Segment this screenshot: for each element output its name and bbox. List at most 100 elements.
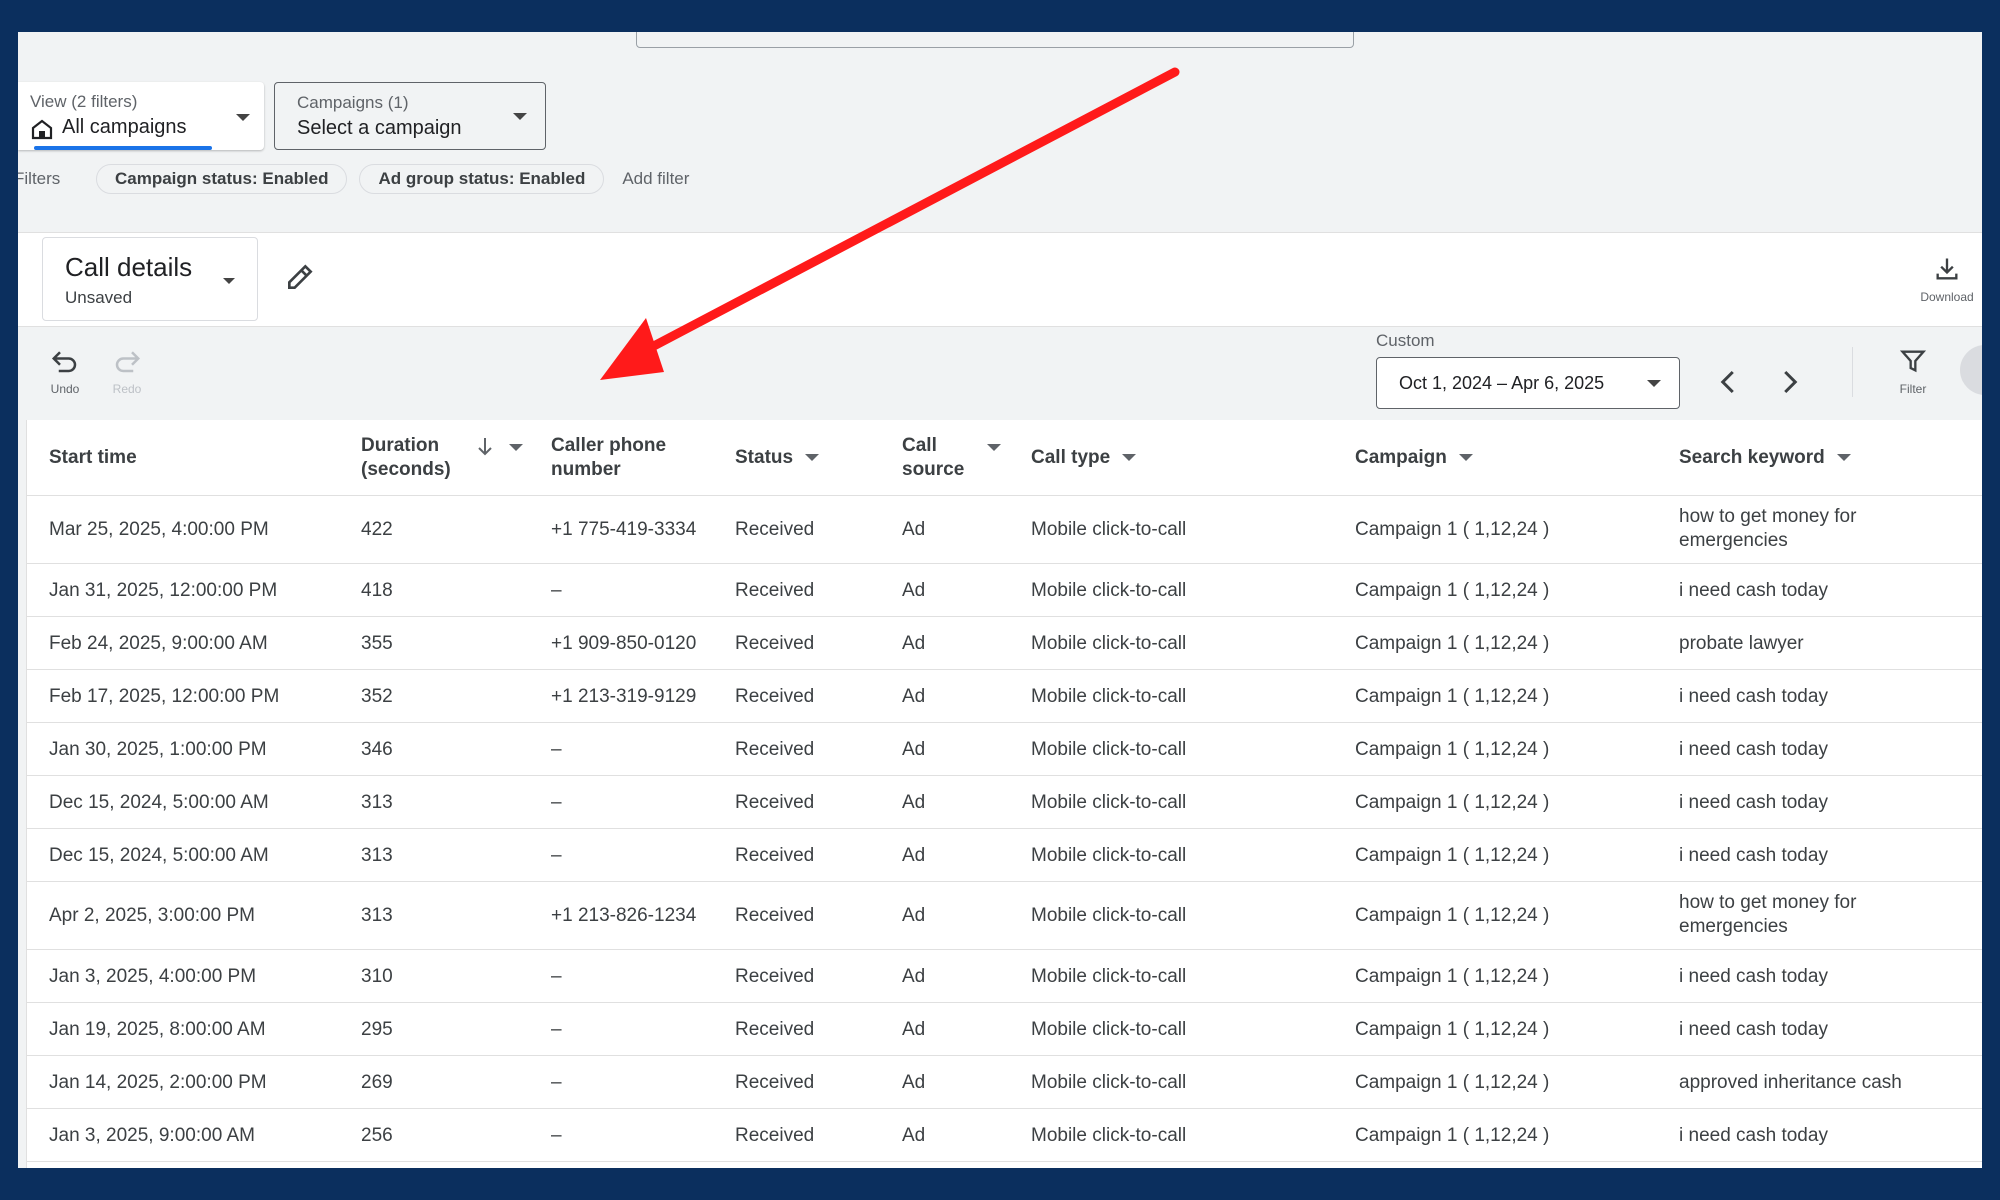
cell-call-source: Ad: [902, 686, 926, 707]
download-button[interactable]: Download: [1912, 255, 1982, 304]
cell-caller-number: +1 213-826-1234: [551, 905, 697, 926]
table-row[interactable]: Jan 30, 2025, 1:00:00 PM 346 – Received Ad Mo…: [27, 723, 1982, 776]
cell-status: Received: [735, 966, 815, 987]
cell-caller-number: –: [551, 845, 562, 866]
cell-duration: 313: [361, 905, 393, 926]
cell-call-source: Ad: [902, 845, 926, 866]
cell-status: Received: [735, 580, 815, 601]
table-row[interactable]: Feb 24, 2025, 9:00:00 AM 355 +1 909-850-01…: [27, 617, 1982, 670]
table-row[interactable]: Jan 31, 2025, 12:00:00 PM 418 – Received Ad M…: [27, 564, 1982, 617]
pencil-icon[interactable]: [284, 261, 316, 293]
undo-button[interactable]: Undo: [40, 347, 90, 396]
col-start-time[interactable]: Start time: [49, 446, 137, 470]
cell-keyword-line1: how to get money for: [1679, 506, 1857, 527]
table-row[interactable]: Jan 3, 2025, 4:00:00 PM 310 – Received Ad Mob…: [27, 950, 1982, 1003]
cell-campaign: Campaign 1 ( 1,12,24 ): [1355, 580, 1550, 601]
cell-search-keyword: i need cash today: [1679, 844, 1828, 868]
home-icon: [31, 119, 53, 140]
cell-status: Received: [735, 792, 815, 813]
table-toolbar: Undo Redo Custom Oct 1, 2024 – Apr 6, 20…: [18, 326, 1982, 420]
col-caller-line1: Caller phone: [551, 435, 667, 456]
chevron-left-icon[interactable]: [1714, 367, 1744, 397]
cell-campaign: Campaign 1 ( 1,12,24 ): [1355, 792, 1550, 813]
cell-caller-number: –: [551, 1125, 562, 1146]
col-status[interactable]: Status: [735, 446, 820, 470]
filter-label: Filter: [1899, 382, 1927, 396]
cell-campaign: Campaign 1 ( 1,12,24 ): [1355, 1072, 1550, 1093]
col-keyword-label: Search keyword: [1679, 447, 1825, 468]
cell-caller-number: –: [551, 739, 562, 760]
date-range-caption: Custom: [1376, 331, 1435, 350]
overflow-button-cut[interactable]: [1960, 345, 1982, 395]
table-row[interactable]: Jan 3, 2025, 9:00:00 AM 256 – Received Ad Mob…: [27, 1109, 1982, 1162]
filters-label: Filters: [18, 169, 61, 188]
report-selector[interactable]: Call details Unsaved: [42, 237, 258, 321]
cell-search-keyword: probate lawyer: [1679, 632, 1804, 656]
cell-start-time: Dec 15, 2024, 5:00:00 AM: [49, 792, 269, 813]
col-caller-number[interactable]: Caller phone number: [551, 434, 666, 482]
col-call-type[interactable]: Call type: [1031, 446, 1137, 470]
add-filter-link[interactable]: Add filter: [622, 169, 689, 189]
cell-caller-number: –: [551, 966, 562, 987]
top-search-box-cut[interactable]: [636, 32, 1354, 48]
cell-call-source: Ad: [902, 905, 926, 926]
filter-chip-ad-group-status[interactable]: Ad group status: Enabled: [359, 164, 605, 194]
cell-call-type: Mobile click-to-call: [1031, 905, 1187, 926]
cell-status: Received: [735, 1072, 815, 1093]
chevron-down-icon[interactable]: [509, 444, 523, 451]
col-caller-line2: number: [551, 459, 621, 480]
table-row[interactable]: Dec 15, 2024, 5:00:00 AM 313 – Received Ad Mo…: [27, 776, 1982, 829]
sort-down-icon[interactable]: [475, 436, 495, 458]
cell-call-source: Ad: [902, 519, 926, 540]
redo-button[interactable]: Redo: [102, 347, 152, 396]
cell-start-time: Jan 30, 2025, 1:00:00 PM: [49, 739, 267, 760]
filter-chip-campaign-status[interactable]: Campaign status: Enabled: [96, 164, 348, 194]
cell-campaign: Campaign 1 ( 1,12,24 ): [1355, 1125, 1550, 1146]
cell-search-keyword: how to get money for emergencies: [1679, 891, 1856, 939]
table-row[interactable]: Apr 2, 2025, 3:00:00 PM 313 +1 213-826-123…: [27, 882, 1982, 950]
col-search-keyword[interactable]: Search keyword: [1679, 446, 1851, 470]
table-row[interactable]: Mar 25, 2025, 4:00:00 PM 422 +1 775-419-33…: [27, 496, 1982, 564]
chevron-down-icon: [1836, 454, 1851, 462]
cell-status: Received: [735, 519, 815, 540]
table-row[interactable]: Jan 19, 2025, 8:00:00 AM 295 – Received Ad Mo…: [27, 1003, 1982, 1056]
col-campaign[interactable]: Campaign: [1355, 446, 1473, 470]
col-duration-line2: (seconds): [361, 459, 451, 480]
undo-label: Undo: [50, 382, 80, 396]
cell-search-keyword: i need cash today: [1679, 1124, 1828, 1148]
cell-call-type: Mobile click-to-call: [1031, 845, 1187, 866]
cell-start-time: Jan 3, 2025, 9:00:00 AM: [49, 1125, 255, 1146]
cell-call-type: Mobile click-to-call: [1031, 686, 1187, 707]
cell-start-time: Jan 14, 2025, 2:00:00 PM: [49, 1072, 267, 1093]
cell-keyword-line1: approved inheritance cash: [1679, 1072, 1902, 1093]
cell-search-keyword: how to get money for emergencies: [1679, 505, 1856, 553]
view-selector[interactable]: View (2 filters) All campaigns: [18, 82, 264, 150]
chevron-down-icon[interactable]: [987, 444, 1001, 451]
campaign-selector[interactable]: Campaigns (1) Select a campaign: [274, 82, 546, 150]
date-range-picker[interactable]: Oct 1, 2024 – Apr 6, 2025: [1376, 357, 1680, 409]
chevron-down-icon: [805, 454, 820, 462]
cell-start-time: Dec 15, 2024, 5:00:00 AM: [49, 845, 269, 866]
cell-keyword-line1: how to get money for: [1679, 892, 1857, 913]
col-duration[interactable]: Duration (seconds): [361, 434, 451, 482]
cell-duration: 355: [361, 633, 393, 654]
cell-duration: 313: [361, 792, 393, 813]
cell-caller-number: –: [551, 1019, 562, 1040]
chevron-down-icon: [1647, 380, 1661, 387]
redo-label: Redo: [112, 382, 142, 396]
cell-keyword-line1: probate lawyer: [1679, 633, 1804, 654]
chevron-right-icon[interactable]: [1774, 367, 1804, 397]
cell-duration: 313: [361, 845, 393, 866]
col-call-source[interactable]: Call source: [902, 434, 964, 482]
table-row[interactable]: Jan 14, 2025, 2:00:00 PM 269 – Received Ad Mo…: [27, 1056, 1982, 1109]
cell-search-keyword: i need cash today: [1679, 579, 1828, 603]
table-row[interactable]: Feb 17, 2025, 12:00:00 PM 352 +1 213-319-9…: [27, 670, 1982, 723]
cell-status: Received: [735, 633, 815, 654]
filter-button[interactable]: Filter: [1888, 347, 1938, 396]
table-header: Start time Duration (seconds) Caller pho…: [27, 420, 1982, 496]
cell-keyword-line1: i need cash today: [1679, 1019, 1828, 1040]
view-value: All campaigns: [62, 116, 187, 138]
cell-duration: 310: [361, 966, 393, 987]
cell-caller-number: +1 909-850-0120: [551, 633, 697, 654]
table-row[interactable]: Dec 15, 2024, 5:00:00 AM 313 – Received Ad Mo…: [27, 829, 1982, 882]
